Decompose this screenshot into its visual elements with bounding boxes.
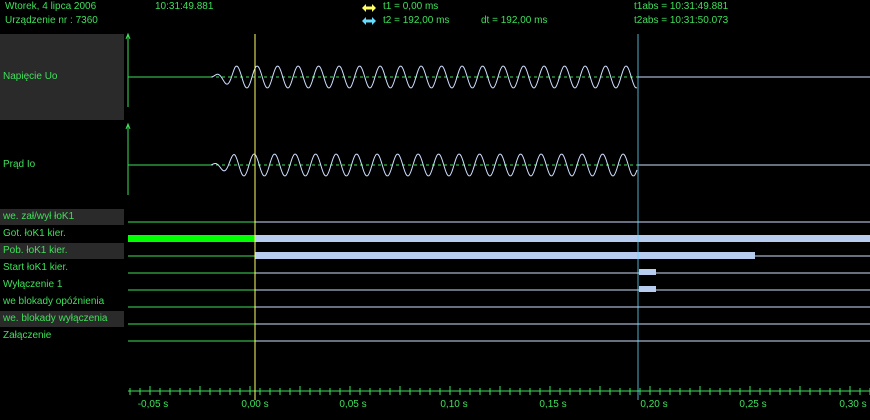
digital-bar <box>255 252 755 259</box>
tick-label: 0,00 s <box>241 399 269 410</box>
tick-label: 0,25 s <box>739 399 767 410</box>
voltage-waveform <box>210 65 638 89</box>
current-waveform <box>210 153 638 177</box>
digital-pulse <box>639 286 656 292</box>
tick-label: 0,20 s <box>640 399 668 410</box>
tick-label: 0,15 s <box>539 399 567 410</box>
tick-label: 0,05 s <box>339 399 367 410</box>
digital-bar <box>255 235 870 242</box>
digital-pulse <box>639 269 656 275</box>
tick-label: 0,10 s <box>440 399 468 410</box>
tick-label: -0,05 s <box>137 399 169 410</box>
digital-bar-active <box>128 235 255 242</box>
waveform-plot[interactable] <box>0 0 870 420</box>
tick-label: 0,30 s <box>839 399 867 410</box>
